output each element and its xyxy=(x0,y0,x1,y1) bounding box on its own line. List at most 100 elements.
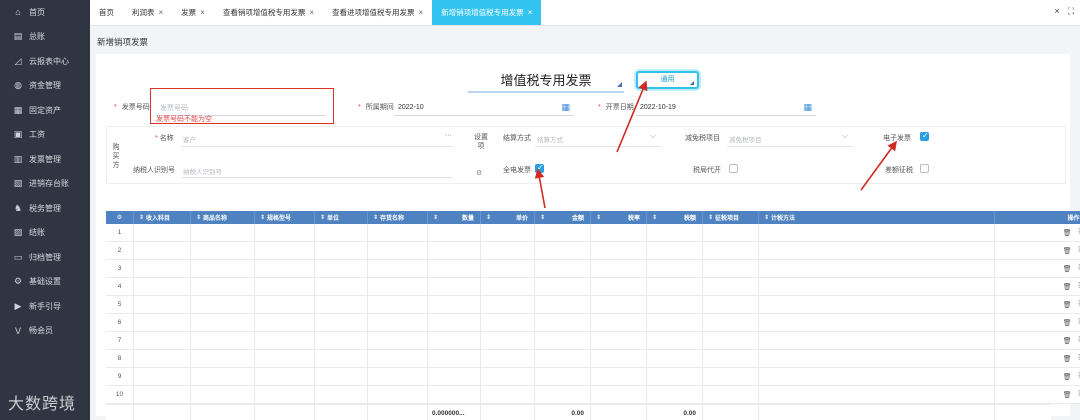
table-cell[interactable] xyxy=(368,314,428,331)
table-cell[interactable] xyxy=(647,314,703,331)
column-header[interactable]: ⇕ 商品名称 xyxy=(191,211,255,224)
table-cell[interactable] xyxy=(191,242,255,259)
table-cell[interactable] xyxy=(647,224,703,241)
table-cell[interactable] xyxy=(255,296,315,313)
sidebar-item-7[interactable]: ▧ 进销存台账 xyxy=(0,172,90,197)
period-input[interactable]: 2022-10 ▦ xyxy=(394,100,574,116)
tab-3[interactable]: 查看销项增值税专用发票 × xyxy=(214,0,323,25)
tax-agent-checkbox[interactable] xyxy=(729,164,738,173)
close-tab-icon[interactable]: × xyxy=(528,8,533,17)
table-cell[interactable] xyxy=(368,224,428,241)
column-header[interactable]: ⇕ 数量 xyxy=(428,211,481,224)
table-row[interactable]: 10 xyxy=(106,386,1051,404)
table-cell[interactable] xyxy=(191,278,255,295)
table-cell[interactable] xyxy=(647,368,703,385)
sort-icon[interactable]: ⇕ xyxy=(540,214,545,221)
table-cell[interactable] xyxy=(703,242,759,259)
table-cell[interactable] xyxy=(134,296,191,313)
table-cell[interactable] xyxy=(647,332,703,349)
sidebar-item-0[interactable]: ⌂ 首页 xyxy=(0,0,90,25)
table-cell[interactable] xyxy=(591,314,647,331)
table-cell[interactable] xyxy=(255,242,315,259)
table-cell[interactable] xyxy=(647,242,703,259)
table-cell[interactable] xyxy=(647,350,703,367)
diff-tax-checkbox[interactable] xyxy=(920,164,929,173)
table-cell[interactable] xyxy=(703,368,759,385)
table-cell[interactable] xyxy=(481,332,535,349)
table-cell[interactable] xyxy=(134,242,191,259)
table-row[interactable]: 9 xyxy=(106,368,1051,386)
table-cell[interactable] xyxy=(428,242,481,259)
table-cell[interactable] xyxy=(481,242,535,259)
table-cell[interactable] xyxy=(191,314,255,331)
table-cell[interactable] xyxy=(703,350,759,367)
table-cell[interactable] xyxy=(428,332,481,349)
sidebar-item-5[interactable]: ▣ 工资 xyxy=(0,123,90,148)
close-tab-icon[interactable]: × xyxy=(200,8,205,17)
table-cell[interactable] xyxy=(134,224,191,241)
delete-row-icon[interactable]: 🗑 xyxy=(1063,337,1072,345)
table-cell[interactable] xyxy=(428,296,481,313)
table-cell[interactable] xyxy=(315,242,368,259)
table-cell[interactable] xyxy=(481,278,535,295)
table-row[interactable]: 2 xyxy=(106,242,1051,260)
table-cell[interactable] xyxy=(134,332,191,349)
table-cell[interactable] xyxy=(759,386,995,403)
e-invoice-checkbox[interactable] xyxy=(920,131,929,141)
table-cell[interactable] xyxy=(481,260,535,277)
table-cell[interactable] xyxy=(647,260,703,277)
table-cell[interactable] xyxy=(255,314,315,331)
table-cell[interactable] xyxy=(134,368,191,385)
table-cell[interactable] xyxy=(591,278,647,295)
sidebar-item-9[interactable]: ▨ 结账 xyxy=(0,221,90,246)
delete-row-icon[interactable]: 🗑 xyxy=(1063,283,1072,291)
table-cell[interactable] xyxy=(428,224,481,241)
table-cell[interactable] xyxy=(315,368,368,385)
close-tab-icon[interactable]: × xyxy=(309,8,314,17)
table-cell[interactable] xyxy=(703,278,759,295)
exemption-select[interactable]: 减免税项目 xyxy=(729,134,762,144)
settings-gear-icon[interactable]: ⚙ xyxy=(476,169,482,177)
sort-icon[interactable]: ⇕ xyxy=(596,214,601,221)
table-cell[interactable] xyxy=(647,386,703,403)
table-cell[interactable] xyxy=(759,350,995,367)
fullscreen-icon[interactable]: ⛶ xyxy=(1068,6,1074,17)
chevron-down-icon[interactable]: ⌵ xyxy=(842,131,848,141)
sort-icon[interactable]: ⇕ xyxy=(486,214,491,221)
tab-0[interactable]: 首页 xyxy=(90,0,123,25)
table-cell[interactable] xyxy=(481,224,535,241)
sort-icon[interactable]: ⇕ xyxy=(652,214,657,221)
column-header[interactable]: ⇕ 征税项目 xyxy=(703,211,759,224)
table-cell[interactable] xyxy=(368,260,428,277)
table-cell[interactable] xyxy=(368,332,428,349)
table-cell[interactable] xyxy=(535,368,591,385)
delete-row-icon[interactable]: 🗑 xyxy=(1063,265,1072,273)
delete-row-icon[interactable]: 🗑 xyxy=(1063,319,1072,327)
tab-4[interactable]: 查看进项增值税专用发票 × xyxy=(323,0,432,25)
sidebar-item-1[interactable]: ▤ 总账 xyxy=(0,25,90,50)
table-cell[interactable] xyxy=(591,242,647,259)
table-cell[interactable] xyxy=(368,386,428,403)
settlement-select[interactable]: 结算方式 xyxy=(537,134,563,144)
table-cell[interactable] xyxy=(315,296,368,313)
table-cell[interactable] xyxy=(191,260,255,277)
table-cell[interactable] xyxy=(428,350,481,367)
table-cell[interactable] xyxy=(255,332,315,349)
table-cell[interactable] xyxy=(703,296,759,313)
sidebar-item-12[interactable]: ▶ 新手引导 xyxy=(0,294,90,319)
full-elec-checkbox[interactable] xyxy=(535,163,544,173)
table-row[interactable]: 6 xyxy=(106,314,1051,332)
table-cell[interactable] xyxy=(134,386,191,403)
table-cell[interactable] xyxy=(759,332,995,349)
sort-icon[interactable]: ⇕ xyxy=(433,214,438,221)
table-cell[interactable] xyxy=(428,314,481,331)
table-cell[interactable] xyxy=(368,296,428,313)
table-cell[interactable] xyxy=(191,386,255,403)
sidebar-item-8[interactable]: ♞ 税务管理 xyxy=(0,196,90,221)
buyer-name-input[interactable]: 客户 xyxy=(183,134,196,144)
table-cell[interactable] xyxy=(428,386,481,403)
sidebar-item-11[interactable]: ⚙ 基础设置 xyxy=(0,270,90,295)
table-cell[interactable] xyxy=(428,368,481,385)
table-cell[interactable] xyxy=(535,386,591,403)
tab-5[interactable]: 新增销项增值税专用发票 × xyxy=(432,0,542,25)
